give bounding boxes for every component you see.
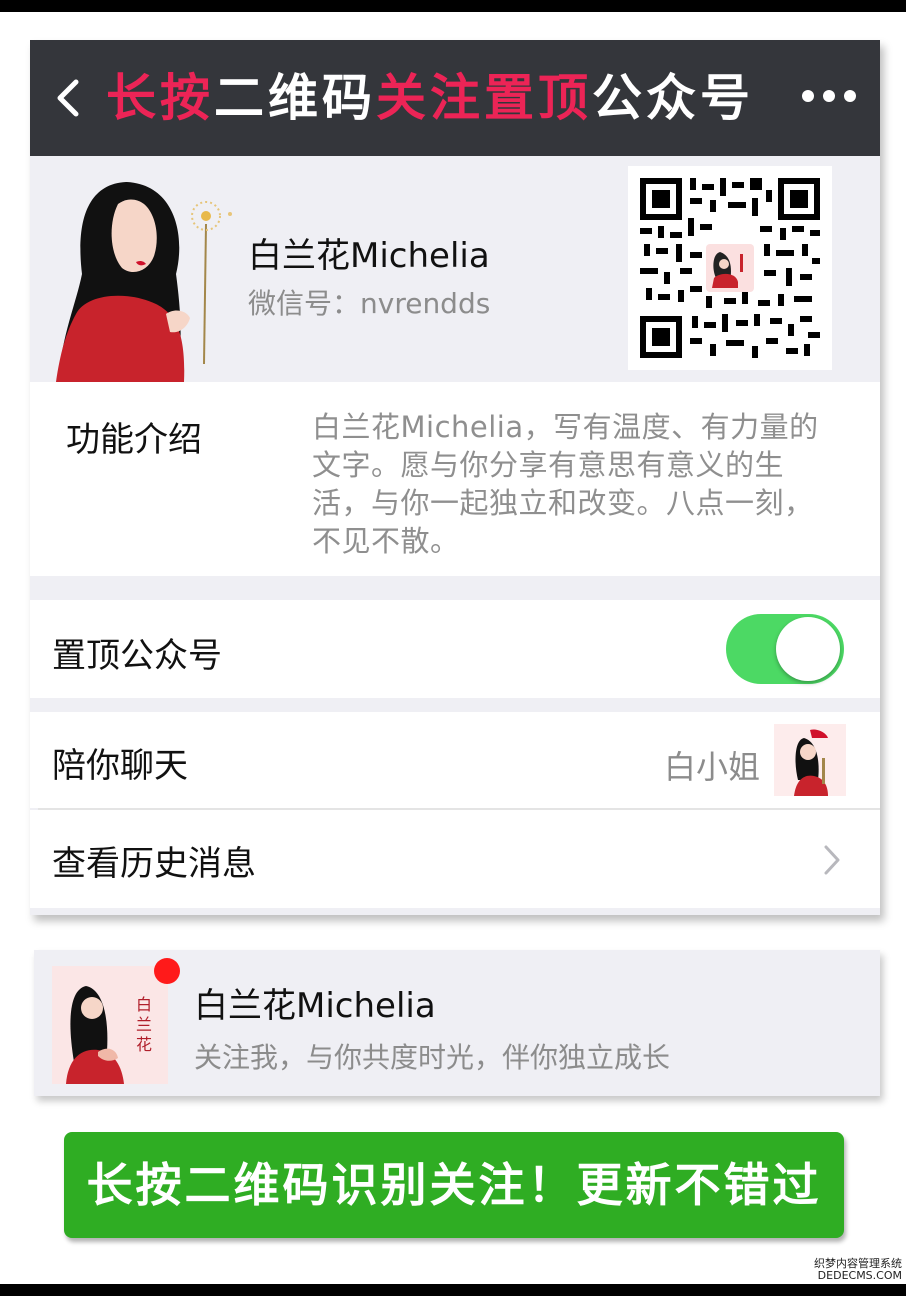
nav-title-part: 二维码: [214, 69, 376, 127]
account-name: 白兰花Michelia: [194, 986, 436, 1026]
chat-row[interactable]: 陪你聊天 白小姐: [30, 712, 880, 808]
account-logo: 白 兰 花: [52, 966, 168, 1084]
intro-section: 功能介绍 白兰花Michelia，写有温度、有力量的文字。愿与你分享有意思有意义…: [30, 382, 880, 576]
intro-label: 功能介绍: [66, 420, 202, 460]
unread-dot: [154, 958, 180, 984]
svg-text:白: 白: [136, 995, 152, 1014]
nav-title-part: 公众号: [592, 69, 754, 127]
account-message-card[interactable]: 白 兰 花 白兰花Michelia 关注我，与你共度时光，伴你独立成长: [34, 950, 880, 1096]
pin-account-label: 置顶公众号: [52, 636, 222, 676]
svg-text:兰: 兰: [136, 1015, 152, 1034]
watermark-line: DEDECMS.COM: [817, 1269, 902, 1282]
chat-value: 白小姐: [664, 748, 761, 786]
more-dots-icon[interactable]: [802, 88, 856, 104]
watermark: 织梦内容管理系统 DEDECMS.COM: [792, 1258, 902, 1282]
wechat-id: 微信号：nvrendds: [248, 287, 491, 320]
history-row[interactable]: 查看历史消息: [30, 810, 880, 908]
chevron-left-icon[interactable]: [52, 78, 82, 118]
intro-text: 白兰花Michelia，写有温度、有力量的文字。愿与你分享有意思有意义的生活，与…: [312, 410, 819, 558]
pin-toggle[interactable]: [726, 614, 844, 684]
nav-title-part: 关注置顶: [376, 69, 592, 127]
qr-code-icon: [640, 178, 820, 358]
nav-title-part: 长按: [106, 69, 214, 127]
qr-code[interactable]: [628, 166, 832, 370]
chevron-right-icon: [824, 845, 840, 875]
nav-bar: 长按二维码关注置顶公众号: [30, 40, 880, 156]
chat-avatar: [774, 724, 846, 796]
pin-account-row: 置顶公众号: [30, 600, 880, 698]
profile-header: 白兰花Michelia 微信号：nvrendds: [30, 156, 880, 382]
history-label: 查看历史消息: [52, 844, 256, 884]
follow-cta-button[interactable]: 长按二维码识别关注！更新不错过: [64, 1132, 844, 1238]
nav-title: 长按二维码关注置顶公众号: [106, 66, 754, 130]
chat-label: 陪你聊天: [52, 746, 188, 786]
profile-name: 白兰花Michelia: [248, 236, 490, 276]
account-slogan: 关注我，与你共度时光，伴你独立成长: [194, 1041, 671, 1074]
official-account-profile-card: 长按二维码关注置顶公众号 白兰花Michelia 微信号：nvrendds 功能…: [30, 40, 880, 915]
svg-text:花: 花: [136, 1035, 152, 1054]
toggle-knob: [776, 617, 840, 681]
avatar: [56, 164, 232, 382]
bottom-black-border: [0, 1284, 906, 1296]
top-black-border: [0, 0, 906, 12]
